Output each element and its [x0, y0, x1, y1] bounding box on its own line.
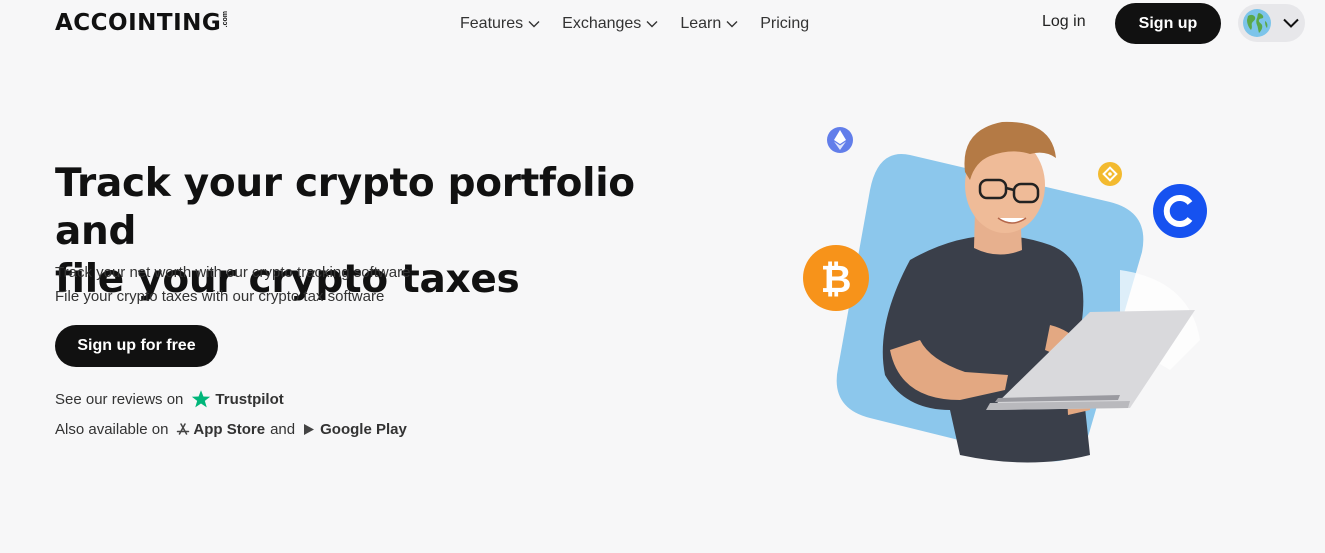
bitcoin-icon: ₿: [803, 245, 869, 311]
apple-store-icon: [177, 422, 190, 435]
nav-item-features[interactable]: Features: [460, 13, 540, 35]
login-link[interactable]: Log in: [1042, 13, 1086, 31]
and-label: and: [270, 421, 296, 438]
bnb-icon: [1098, 162, 1122, 186]
nav-item-label: Features: [460, 15, 524, 32]
site-header: ACCOINTING .com Features Exchanges Learn…: [0, 0, 1325, 48]
chevron-down-icon: [646, 21, 658, 28]
hero-title: Track your crypto portfolio and file you…: [55, 160, 675, 304]
language-selector[interactable]: [1238, 4, 1305, 42]
nav-item-learn[interactable]: Learn: [680, 13, 738, 35]
trustpilot-star-icon: [192, 390, 211, 408]
logo[interactable]: ACCOINTING .com: [55, 9, 230, 37]
available-prefix: Also available on: [55, 421, 169, 438]
hero-title-line1: Track your crypto portfolio and: [55, 161, 635, 254]
availability-row: Also available on App Store and Google P…: [55, 421, 407, 438]
chevron-down-icon: [528, 21, 540, 28]
app-store-label: App Store: [193, 421, 266, 438]
app-store-link[interactable]: App Store: [176, 421, 265, 438]
hero-illustration: ₿: [803, 121, 1207, 463]
signup-button[interactable]: Sign up: [1115, 3, 1221, 44]
logo-text: ACCOINTING: [55, 10, 222, 36]
svg-text:₿: ₿: [821, 257, 852, 301]
nav-item-label: Pricing: [760, 15, 810, 32]
nav-item-exchanges[interactable]: Exchanges: [562, 13, 658, 35]
chevron-down-icon: [726, 21, 738, 28]
signup-free-button[interactable]: Sign up for free: [55, 325, 218, 367]
nav-item-label: Exchanges: [562, 15, 642, 32]
reviews-row: See our reviews on Trustpilot: [55, 389, 284, 409]
google-play-link[interactable]: Google Play: [303, 421, 407, 438]
nav-item-label: Learn: [680, 15, 722, 32]
globe-icon: [1243, 9, 1271, 37]
google-play-label: Google Play: [320, 421, 407, 438]
chevron-down-icon: [1283, 18, 1299, 28]
reviews-prefix: See our reviews on: [55, 390, 184, 408]
trustpilot-link[interactable]: Trustpilot: [191, 389, 284, 409]
hero-subtitle-line2: File your crypto taxes with our crypto t…: [55, 288, 385, 305]
main-nav: Features Exchanges Learn Pricing: [460, 13, 831, 35]
nav-item-pricing[interactable]: Pricing: [760, 13, 809, 35]
logo-suffix: .com: [222, 11, 230, 28]
hero-subtitle-line1: Track your net worth with our crypto tra…: [55, 264, 411, 281]
ethereum-icon: [827, 127, 853, 153]
trustpilot-label: Trustpilot: [215, 390, 284, 408]
coinbase-icon: [1153, 184, 1207, 238]
google-play-icon: [304, 424, 315, 435]
